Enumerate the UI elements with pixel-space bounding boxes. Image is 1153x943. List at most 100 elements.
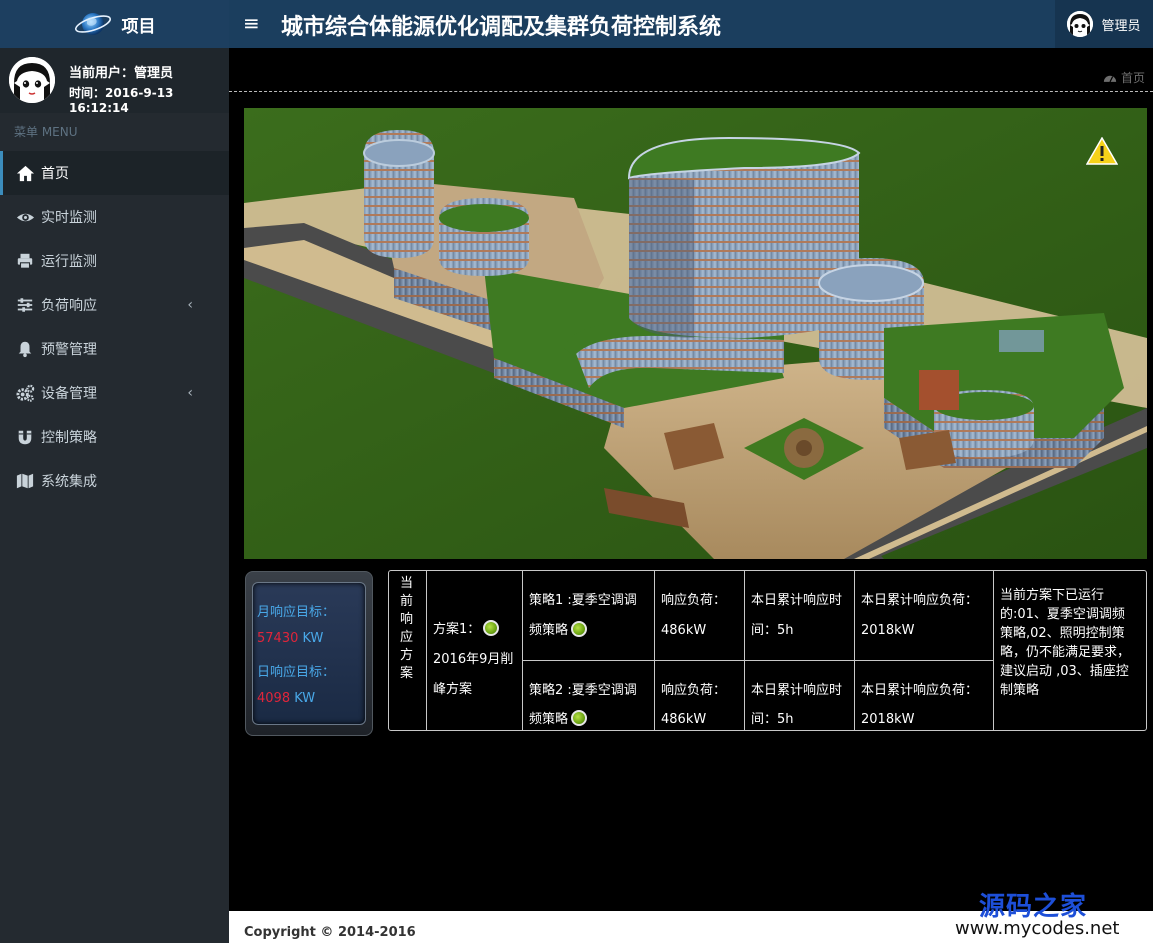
status-ok-icon bbox=[571, 621, 588, 637]
daily-target-value: 4098 KW bbox=[257, 691, 315, 706]
strategy-1-name-tail: 频策略 bbox=[529, 623, 569, 638]
plan-desc-line: 峰方案 bbox=[433, 682, 473, 697]
chevron-left-icon: ‹ bbox=[187, 385, 193, 401]
sidebar-item-label: 系统集成 bbox=[41, 474, 97, 490]
warning-icon[interactable] bbox=[1086, 137, 1118, 165]
sidebar-item-integration[interactable]: 系统集成 bbox=[0, 459, 229, 503]
status-ok-icon bbox=[483, 620, 500, 636]
plan-note-line: 当前方案下已运行 bbox=[1000, 588, 1105, 603]
brand[interactable]: 项目 bbox=[0, 0, 229, 48]
system-title: 城市综合体能源优化调配及集群负荷控制系统 bbox=[281, 15, 722, 40]
plan-section-char: 当 bbox=[400, 576, 414, 591]
sidebar-item-label: 运行监测 bbox=[41, 254, 97, 270]
sidebar-item-home[interactable]: 首页 bbox=[0, 151, 229, 195]
top-header: 项目 ≡ 城市综合体能源优化调配及集群负荷控制系统 管理员 bbox=[0, 0, 1153, 48]
table-divider bbox=[744, 571, 745, 730]
strategy-1-time-value: 间：5h bbox=[751, 623, 794, 638]
watermark-url: www.mycodes.net bbox=[955, 918, 1120, 939]
plan-note-line: 的:01、夏季空调调频 bbox=[1000, 607, 1125, 622]
table-divider bbox=[854, 571, 855, 730]
building-complex-illustration bbox=[244, 108, 1147, 559]
home-icon bbox=[15, 163, 35, 183]
strategy-2-total-value: 2018kW bbox=[861, 712, 915, 727]
monthly-target-unit: KW bbox=[298, 631, 324, 646]
user-menu[interactable]: 管理员 bbox=[1055, 0, 1153, 48]
sidebar-item-operation[interactable]: 运行监测 bbox=[0, 239, 229, 283]
sidebar-item-label: 设备管理 bbox=[41, 386, 97, 402]
user-panel: 当前用户：管理员 时间：2016-9-13 16:12:14 bbox=[0, 48, 229, 115]
strategy-1-time-label: 本日累计响应时 bbox=[751, 593, 843, 608]
sidebar-item-label: 控制策略 bbox=[41, 430, 97, 446]
avatar bbox=[9, 57, 55, 103]
eye-icon bbox=[15, 207, 35, 227]
strategy-1-load-label: 响应负荷： bbox=[661, 593, 727, 608]
strategy-2-total-label: 本日累计响应负荷： bbox=[861, 683, 979, 698]
plan-section-char: 前 bbox=[400, 594, 414, 609]
plan-section-char: 应 bbox=[400, 630, 414, 645]
globe-logo-icon bbox=[74, 13, 111, 35]
brand-title: 项目 bbox=[121, 16, 156, 37]
sidebar: 当前用户：管理员 时间：2016-9-13 16:12:14 菜单 MENU 首… bbox=[0, 48, 229, 943]
sidebar-item-label: 实时监测 bbox=[41, 210, 97, 226]
strategy-2-load-value: 486kW bbox=[661, 712, 707, 727]
plan-note-line: 略，仍不能满足要求， bbox=[1000, 645, 1131, 660]
magnet-icon bbox=[15, 427, 35, 447]
strategy-2-name-cont: 频策略 bbox=[529, 705, 588, 735]
breadcrumb[interactable]: 首页 bbox=[1103, 69, 1145, 86]
strategy-2-load-label: 响应负荷： bbox=[661, 683, 727, 698]
gears-icon bbox=[15, 383, 35, 403]
plan-desc-line: 2016年9月削 bbox=[433, 652, 514, 667]
plan-section-char: 方 bbox=[400, 648, 414, 663]
strategy-1-load-value: 486kW bbox=[661, 623, 707, 638]
breadcrumb-label: 首页 bbox=[1121, 71, 1146, 85]
plan-note-line: 建议启动 ,03、插座控 bbox=[1000, 664, 1129, 679]
sidebar-item-alarm[interactable]: 预警管理 bbox=[0, 327, 229, 371]
sidebar-item-device[interactable]: 设备管理 ‹ bbox=[0, 371, 229, 415]
copyright: Copyright © 2014-2016 bbox=[244, 925, 416, 940]
building-scene-image bbox=[244, 108, 1147, 559]
sidebar-item-label: 负荷响应 bbox=[41, 298, 97, 314]
table-divider bbox=[426, 571, 427, 730]
status-ok-icon bbox=[571, 710, 588, 726]
sliders-icon bbox=[15, 295, 35, 315]
dashboard-icon bbox=[1103, 75, 1117, 83]
monthly-target-number: 57430 bbox=[257, 631, 299, 646]
table-divider bbox=[522, 660, 993, 661]
table-divider bbox=[993, 571, 994, 730]
sidebar-item-realtime[interactable]: 实时监测 bbox=[0, 195, 229, 239]
map-icon bbox=[15, 471, 35, 491]
sidebar-item-label: 预警管理 bbox=[41, 342, 97, 358]
strategy-1-name: 策略1 :夏季空调调 bbox=[529, 593, 637, 608]
plan-note-line: 制策略 bbox=[1000, 683, 1040, 698]
response-target-panel: 月响应目标： 57430 KW 日响应目标： 4098 KW bbox=[245, 571, 373, 736]
plan-section-char: 响 bbox=[400, 612, 414, 627]
current-time: 时间：2016-9-13 16:12:14 bbox=[69, 86, 174, 115]
strategy-2-time-label: 本日累计响应时 bbox=[751, 683, 843, 698]
sidebar-item-load-response[interactable]: 负荷响应 ‹ bbox=[0, 283, 229, 327]
plan-note-line: 策略,02、照明控制策 bbox=[1000, 626, 1125, 641]
strategy-2-name-tail: 频策略 bbox=[529, 712, 569, 727]
app-root: 项目 ≡ 城市综合体能源优化调配及集群负荷控制系统 管理员 当前用户：管理员 时… bbox=[0, 0, 1153, 943]
daily-target-unit: KW bbox=[290, 691, 316, 706]
chevron-left-icon: ‹ bbox=[187, 297, 193, 313]
daily-target-number: 4098 bbox=[257, 691, 291, 706]
response-target-screen: 月响应目标： 57430 KW 日响应目标： 4098 KW bbox=[252, 582, 366, 725]
plan-note: 当前方案下已运行 的:01、夏季空调调频 策略,02、照明控制策 略，仍不能满足… bbox=[1000, 586, 1146, 700]
current-user: 当前用户：管理员 bbox=[69, 66, 174, 81]
strategy-2-name: 策略2 :夏季空调调 bbox=[529, 683, 637, 698]
print-icon bbox=[15, 251, 35, 271]
table-divider bbox=[522, 571, 523, 730]
avatar-face-icon bbox=[1067, 11, 1094, 37]
strategy-1-name-cont: 频策略 bbox=[529, 616, 588, 646]
bell-icon bbox=[15, 339, 35, 359]
menu-toggle-button[interactable]: ≡ bbox=[243, 11, 260, 35]
monthly-target-label: 月响应目标： bbox=[257, 605, 336, 620]
current-plan-table: 当 前 响 应 方 案 方案1： 2016年9月削 峰方案 策略1 :夏季空调调… bbox=[388, 570, 1147, 731]
plan-name-label: 方案1： bbox=[433, 622, 481, 637]
strategy-1-total-value: 2018kW bbox=[861, 623, 915, 638]
divider bbox=[229, 91, 1153, 92]
sidebar-item-control[interactable]: 控制策略 bbox=[0, 415, 229, 459]
plan-name: 方案1： bbox=[433, 615, 500, 645]
plan-section-char: 案 bbox=[400, 666, 414, 681]
daily-target-label: 日响应目标： bbox=[257, 665, 336, 680]
